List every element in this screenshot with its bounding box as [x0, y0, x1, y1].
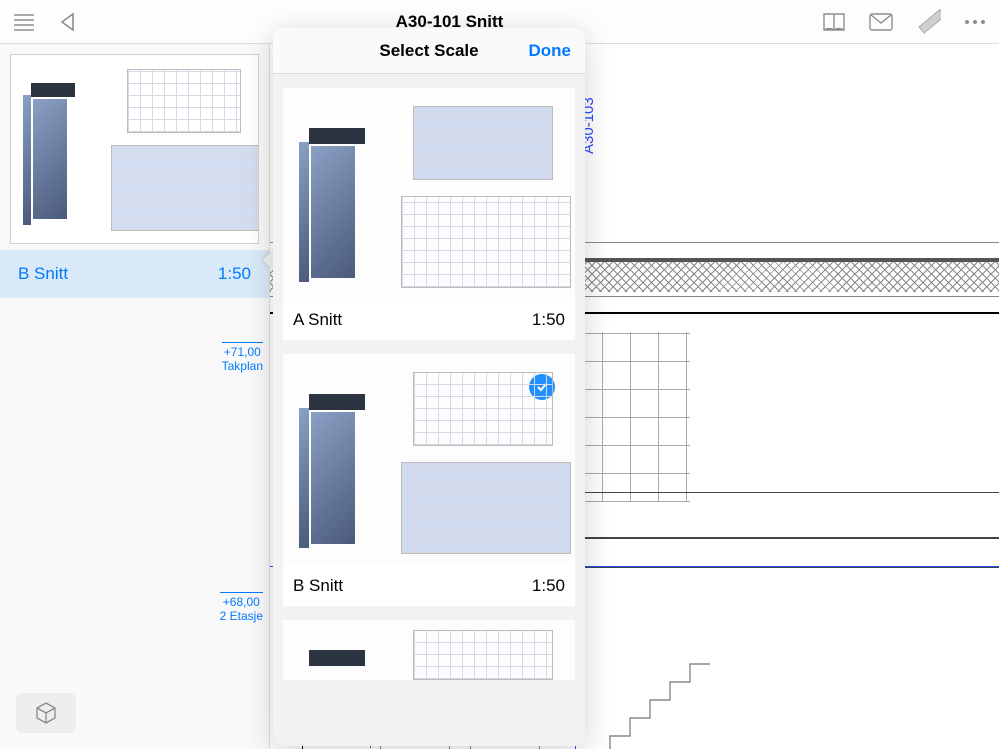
3d-view-button[interactable] [16, 693, 76, 733]
done-button[interactable]: Done [529, 41, 572, 61]
scale-option-b-snitt[interactable]: B Snitt 1:50 [283, 354, 575, 606]
level-name: 2 Etasje [220, 609, 263, 623]
scale-option-3[interactable] [283, 620, 575, 680]
more-icon[interactable] [963, 18, 987, 26]
ruler-icon[interactable] [915, 9, 941, 35]
option-scale: 1:50 [532, 310, 565, 330]
popover-list[interactable]: A Snitt 1:50 B Snitt 1:50 [273, 74, 585, 746]
scale-option-a-snitt[interactable]: A Snitt 1:50 [283, 88, 575, 340]
option-scale: 1:50 [532, 576, 565, 596]
bookmark-icon[interactable] [821, 11, 847, 33]
sidebar-selected-item[interactable]: B Snitt 1:50 [0, 250, 269, 298]
level-marker-2etasje: +68,00 2 Etasje [220, 592, 263, 624]
level-value: +68,00 [220, 595, 263, 609]
option-name: A Snitt [293, 310, 342, 330]
popover-header: Select Scale Done [273, 28, 585, 74]
level-name: Takplan [222, 359, 263, 373]
sidebar-thumbnail[interactable] [10, 54, 259, 244]
back-icon[interactable] [58, 12, 78, 32]
level-value: +71,00 [222, 345, 263, 359]
sidebar-item-scale: 1:50 [218, 264, 251, 284]
select-scale-popover: Select Scale Done A Snitt 1:50 [273, 28, 585, 746]
menu-icon[interactable] [12, 12, 36, 32]
popover-arrow [263, 250, 273, 270]
option-name: B Snitt [293, 576, 343, 596]
sidebar: B Snitt 1:50 +71,00 Takplan +68,00 2 Eta… [0, 44, 270, 749]
sidebar-item-name: B Snitt [18, 264, 68, 284]
level-marker-takplan: +71,00 Takplan [222, 342, 263, 374]
mail-icon[interactable] [869, 13, 893, 31]
